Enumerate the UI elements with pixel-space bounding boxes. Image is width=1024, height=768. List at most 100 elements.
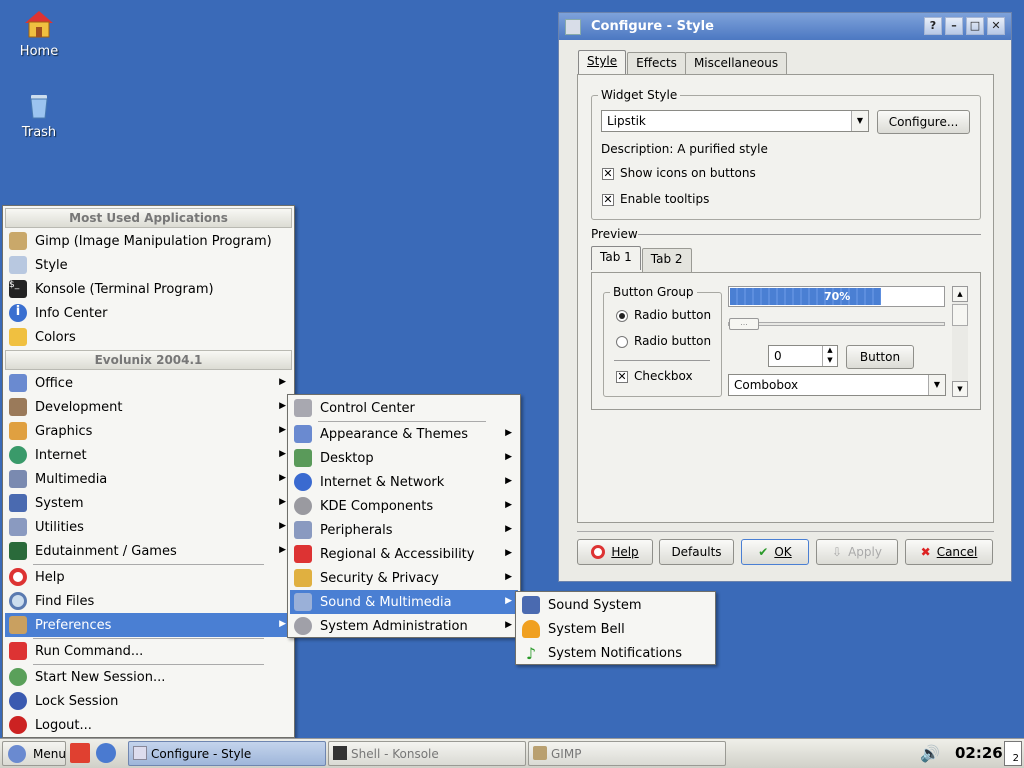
preview-combobox[interactable]: Combobox ▼: [728, 374, 946, 396]
terminal-icon: $_: [9, 280, 27, 298]
submenu-arrow-icon: ▶: [279, 619, 286, 629]
defaults-button[interactable]: Defaults: [659, 539, 734, 565]
menu-item-run-command[interactable]: Run Command...: [5, 639, 292, 663]
menu-item-system-bell[interactable]: System Bell: [518, 617, 713, 641]
scroll-up-icon[interactable]: ▲: [952, 286, 968, 302]
menu-item-new-session[interactable]: Start New Session...: [5, 665, 292, 689]
radio-button-1[interactable]: [616, 310, 628, 322]
menu-item-internet[interactable]: Internet ▶: [5, 443, 292, 467]
menu-item-edutainment[interactable]: Edutainment / Games ▶: [5, 539, 292, 563]
preview-button[interactable]: Button: [846, 345, 914, 369]
submenu-arrow-icon: ▶: [505, 500, 512, 510]
help-button[interactable]: Help: [577, 539, 653, 565]
menu-item-utilities[interactable]: Utilities ▶: [5, 515, 292, 539]
menu-item-internet-network[interactable]: Internet & Network ▶: [290, 470, 518, 494]
scroll-down-icon[interactable]: ▼: [952, 381, 968, 397]
preview-tab-1[interactable]: Tab 1: [591, 246, 641, 270]
task-gimp[interactable]: GIMP: [528, 741, 726, 766]
menu-item-gimp[interactable]: Gimp (Image Manipulation Program): [5, 229, 292, 253]
menu-item-control-center[interactable]: Control Center: [290, 396, 518, 420]
widget-style-value: Lipstik: [607, 114, 646, 128]
submenu-arrow-icon: ▶: [279, 497, 286, 507]
menu-item-lock-session[interactable]: Lock Session: [5, 689, 292, 713]
menu-item-system-notifications[interactable]: ♪ System Notifications: [518, 641, 713, 665]
globe-icon: [9, 446, 27, 464]
menu-item-multimedia[interactable]: Multimedia ▶: [5, 467, 292, 491]
menu-item-regional[interactable]: Regional & Accessibility ▶: [290, 542, 518, 566]
menu-item-colors[interactable]: Colors: [5, 325, 292, 349]
menu-item-logout[interactable]: Logout...: [5, 713, 292, 737]
menu-item-system[interactable]: System ▶: [5, 491, 292, 515]
spin-box[interactable]: 0 ▲ ▼: [768, 345, 838, 367]
menu-item-graphics[interactable]: Graphics ▶: [5, 419, 292, 443]
menu-item-info-center[interactable]: i Info Center: [5, 301, 292, 325]
preview-scrollbar[interactable]: ▲ ▼: [952, 286, 968, 397]
preview-checkbox-label: Checkbox: [634, 369, 693, 383]
clock[interactable]: 02:26: [955, 744, 1003, 762]
tab-miscellaneous[interactable]: Miscellaneous: [684, 52, 788, 76]
menu-item-security[interactable]: Security & Privacy ▶: [290, 566, 518, 590]
window-titlebar[interactable]: Configure - Style ? – □ ✕: [559, 13, 1011, 40]
task-configure-style[interactable]: Configure - Style: [128, 741, 326, 766]
menu-item-konsole[interactable]: $_ Konsole (Terminal Program): [5, 277, 292, 301]
tooltips-checkbox[interactable]: ✕: [602, 194, 614, 206]
home-icon: [23, 8, 55, 40]
show-icons-checkbox[interactable]: ✕: [602, 168, 614, 180]
menu-item-kde-components[interactable]: KDE Components ▶: [290, 494, 518, 518]
gimp-icon: [9, 232, 27, 250]
submenu-arrow-icon: ▶: [279, 473, 286, 483]
desktop-pager[interactable]: 2: [1004, 741, 1022, 766]
kde-gear-icon: [8, 745, 26, 763]
home-launcher-icon[interactable]: [70, 743, 90, 763]
speaker-icon: [522, 596, 540, 614]
menu-item-sound-multimedia[interactable]: Sound & Multimedia ▶: [290, 590, 518, 614]
slider-handle[interactable]: ...: [729, 318, 759, 330]
desktop-icon-trash[interactable]: Trash: [4, 89, 74, 140]
close-button[interactable]: ✕: [987, 17, 1005, 35]
menu-item-preferences[interactable]: Preferences ▶: [5, 613, 292, 637]
power-icon: [9, 716, 27, 734]
submenu-arrow-icon: ▶: [505, 428, 512, 438]
speaker-icon: [9, 470, 27, 488]
tab-effects[interactable]: Effects: [627, 52, 686, 76]
help-titlebar-button[interactable]: ?: [924, 17, 942, 35]
menu-item-help[interactable]: Help: [5, 565, 292, 589]
menu-item-appearance[interactable]: Appearance & Themes ▶: [290, 422, 518, 446]
submenu-arrow-icon: ▶: [279, 545, 286, 555]
submenu-arrow-icon: ▶: [279, 401, 286, 411]
preview-checkbox[interactable]: ✕: [616, 371, 628, 383]
desktop-icon-home[interactable]: Home: [4, 8, 74, 59]
tab-style[interactable]: Style: [578, 50, 627, 74]
minimize-button[interactable]: –: [945, 17, 963, 35]
spin-down-icon[interactable]: ▼: [822, 356, 837, 366]
volume-icon[interactable]: 🔊: [920, 744, 940, 763]
spin-up-icon[interactable]: ▲: [822, 346, 837, 356]
radio-button-2[interactable]: [616, 336, 628, 348]
menu-item-find-files[interactable]: Find Files: [5, 589, 292, 613]
distro-header: Evolunix 2004.1: [5, 350, 292, 370]
utilities-icon: [9, 518, 27, 536]
konqueror-launcher-icon[interactable]: [96, 743, 116, 763]
preview-tab-2[interactable]: Tab 2: [641, 248, 692, 272]
menu-item-system-administration[interactable]: System Administration ▶: [290, 614, 518, 638]
menu-item-peripherals[interactable]: Peripherals ▶: [290, 518, 518, 542]
menu-item-sound-system[interactable]: Sound System: [518, 593, 713, 617]
cancel-button[interactable]: ✖ Cancel: [905, 539, 993, 565]
scroll-thumb[interactable]: [952, 304, 968, 326]
ok-button[interactable]: ✔ OK: [741, 539, 809, 565]
menu-item-desktop[interactable]: Desktop ▶: [290, 446, 518, 470]
spin-value: 0: [774, 349, 782, 363]
menu-item-development[interactable]: Development ▶: [5, 395, 292, 419]
slider-track[interactable]: ...: [728, 318, 945, 330]
checkmark-icon: ✔: [758, 545, 769, 559]
style-description: Description: A purified style: [601, 142, 768, 156]
menu-item-style[interactable]: Style: [5, 253, 292, 277]
widget-style-combo[interactable]: Lipstik ▼: [601, 110, 869, 132]
k-menu-button[interactable]: Menu: [2, 741, 66, 766]
lifebuoy-icon: [9, 568, 27, 586]
apply-button[interactable]: ⇩ Apply: [816, 539, 898, 565]
maximize-button[interactable]: □: [966, 17, 984, 35]
menu-item-office[interactable]: Office ▶: [5, 371, 292, 395]
task-shell-konsole[interactable]: Shell - Konsole: [328, 741, 526, 766]
configure-button[interactable]: Configure...: [877, 110, 970, 134]
